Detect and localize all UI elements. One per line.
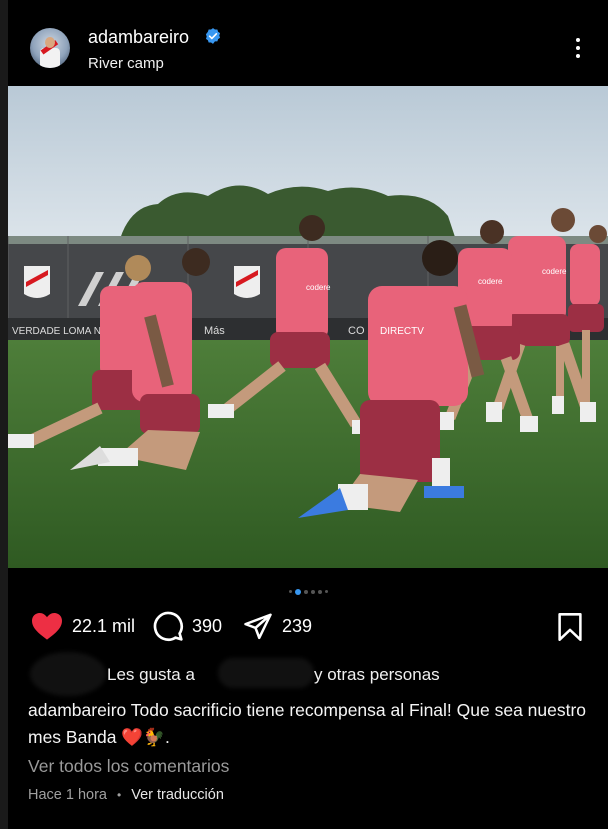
shares-count[interactable]: 239 [282,616,312,637]
bookmark-icon[interactable] [556,612,584,642]
username[interactable]: adambareiro [88,27,189,48]
likes-count[interactable]: 22.1 mil [72,616,135,637]
liked-by-suffix[interactable]: y otras personas [314,665,440,685]
post-caption: adambareiro Todo sacrificio tiene recomp… [28,697,598,751]
jersey-sponsor: codere [478,277,503,286]
carousel-dot [294,588,301,595]
caption-username[interactable]: adambareiro [28,700,126,720]
liked-by-prefix: Les gusta a [107,665,195,684]
caption-emojis: ❤️🐓. [121,727,170,747]
comment-action[interactable]: 390 [152,608,222,644]
carousel-indicator [8,583,608,595]
carousel-dot [317,589,322,594]
jersey-sponsor: DIRECTV [380,326,424,337]
carousel-dot [288,590,292,594]
post-header: adambareiro River camp [8,0,608,86]
comment-icon[interactable] [152,610,184,642]
verified-badge-icon [205,28,221,44]
training-photo: VERDADE LOMA NEGRA Más CO codere codere … [8,86,608,568]
carousel-dot [324,590,328,594]
post-photo[interactable]: VERDADE LOMA NEGRA Más CO codere codere … [8,86,608,568]
carousel-dot [310,589,315,594]
post-location[interactable]: River camp [88,55,164,72]
heart-filled-icon[interactable] [30,611,64,641]
redacted-avatar [30,652,106,696]
share-action[interactable]: 239 [242,608,312,644]
translate-link[interactable]: Ver traducción [131,787,224,803]
redacted-username [218,658,314,688]
share-send-icon[interactable] [242,611,274,641]
jersey-sponsor: codere [306,283,331,292]
liked-by: Les gusta a y otras personas [8,650,608,698]
like-action[interactable]: 22.1 mil [30,608,135,644]
left-edge-strip [0,0,8,829]
comments-count[interactable]: 390 [192,616,222,637]
more-options-icon[interactable] [570,38,586,62]
post-meta: Hace 1 hora • Ver traducción [28,787,224,803]
banner-text: CO [348,325,365,337]
post-time: Hace 1 hora [28,787,107,803]
action-bar: 22.1 mil 390 239 [8,608,608,644]
avatar[interactable] [30,28,70,68]
instagram-post: adambareiro River camp VERDADE LOMA NEGR… [8,0,608,829]
jersey-sponsor: codere [542,267,567,276]
view-all-comments[interactable]: Ver todos los comentarios [28,756,229,777]
carousel-dot [303,589,308,594]
banner-text: Más [204,325,225,337]
meta-separator: • [117,788,122,802]
